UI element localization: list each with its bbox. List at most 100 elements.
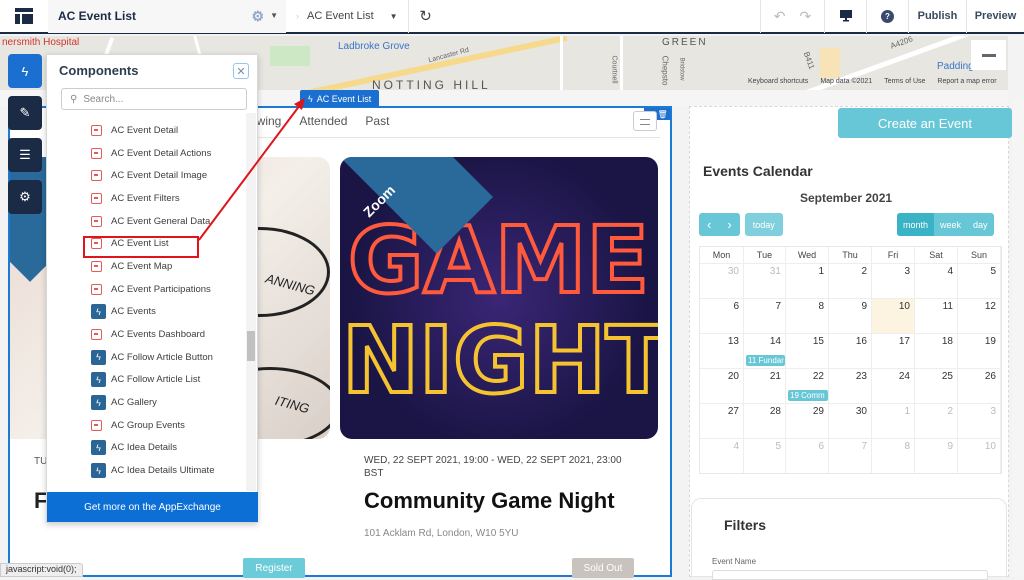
appexchange-button[interactable]: Get more on the AppExchange [47, 492, 258, 522]
component-item[interactable]: ϟ AC Idea Details [47, 437, 247, 460]
calendar-day[interactable]: 9 [915, 439, 958, 473]
calendar-day[interactable]: 12 [958, 299, 1001, 333]
calendar-day[interactable]: 26 [958, 369, 1001, 403]
keyboard-shortcuts-link[interactable]: Keyboard shortcuts [748, 78, 808, 85]
calendar-day[interactable]: 6 [786, 439, 829, 473]
component-item[interactable]: ϟ AC Follow Article Button [47, 346, 247, 369]
component-item[interactable]: AC Event Detail [47, 119, 247, 142]
calendar-day[interactable]: 10 [872, 299, 915, 333]
component-item[interactable]: AC Event Map [47, 255, 247, 278]
component-item[interactable]: AC Event Detail Actions [47, 142, 247, 165]
preview-button[interactable]: Preview [966, 0, 1024, 33]
event-image[interactable]: GAME NIGHT Zoom [340, 157, 658, 439]
theme-button[interactable]: ✎ [8, 96, 42, 130]
calendar-day[interactable]: 27 [700, 404, 744, 438]
tab-past[interactable]: Past [365, 114, 389, 128]
report-error-link[interactable]: Report a map error [937, 78, 996, 85]
component-item[interactable]: AC Events Dashboard [47, 323, 247, 346]
undo-icon[interactable]: ↶ [774, 8, 786, 25]
calendar-day[interactable]: 3 [872, 264, 915, 298]
view-week-button[interactable]: week [934, 213, 967, 236]
calendar-day[interactable]: 7 [744, 299, 786, 333]
calendar-day[interactable]: 18 [915, 334, 958, 368]
calendar-day[interactable]: 17 [872, 334, 915, 368]
component-item[interactable]: AC Event General Data [47, 210, 247, 233]
calendar-day[interactable]: 5 [958, 264, 1001, 298]
calendar-day[interactable]: 10 [958, 439, 1001, 473]
calendar-day[interactable]: 11 [915, 299, 958, 333]
register-button[interactable]: Register [243, 558, 305, 578]
component-list-scrollbar[interactable] [246, 113, 256, 491]
desktop-icon[interactable] [824, 0, 866, 33]
tab-attended[interactable]: Attended [299, 114, 347, 128]
calendar-day[interactable]: 7 [829, 439, 872, 473]
close-icon[interactable]: ✕ [233, 63, 249, 79]
gear-icon[interactable]: ⚙ [251, 8, 264, 25]
scrollbar-thumb[interactable] [247, 331, 255, 361]
calendar-day[interactable]: 30 [829, 404, 872, 438]
settings-button[interactable]: ⚙ [8, 180, 42, 214]
component-tag[interactable]: ϟ AC Event List [300, 90, 380, 107]
calendar-day[interactable]: 23 [829, 369, 872, 403]
refresh-icon[interactable]: ↻ [409, 7, 443, 25]
calendar-day[interactable]: 20 [700, 369, 744, 403]
calendar-day[interactable]: 5 [744, 439, 786, 473]
calendar-day[interactable]: 3 [958, 404, 1001, 438]
calendar-day[interactable]: 21 [744, 369, 786, 403]
component-item[interactable]: ϟ AC Follow Article List [47, 369, 247, 392]
components-button[interactable]: ϟ [8, 54, 42, 88]
trash-icon[interactable]: 🗑 [658, 110, 668, 119]
calendar-day[interactable]: 8 [872, 439, 915, 473]
event-name-input[interactable] [712, 570, 988, 580]
calendar-day[interactable]: 4 [700, 439, 744, 473]
component-item[interactable]: AC Group Events [47, 414, 247, 437]
calendar-day[interactable]: 29 [786, 404, 829, 438]
publish-button[interactable]: Publish [908, 0, 966, 33]
calendar-day[interactable]: 13 [700, 334, 744, 368]
page-selector[interactable]: › AC Event List ▼ [286, 0, 409, 33]
calendar-day[interactable]: 25 [915, 369, 958, 403]
calendar-day[interactable]: 2 [829, 264, 872, 298]
layout-icon[interactable] [0, 0, 48, 33]
next-month-button[interactable]: › [719, 213, 739, 236]
component-search-input[interactable]: ⚲ Search... [61, 88, 247, 110]
calendar-day[interactable]: 4 [915, 264, 958, 298]
map-zoom-out-button[interactable] [971, 40, 1006, 70]
help-icon[interactable]: ? [866, 0, 908, 33]
site-title[interactable]: AC Event List ⚙ ▼ [48, 0, 286, 33]
today-button[interactable]: today [745, 213, 783, 236]
calendar-day[interactable]: 8 [786, 299, 829, 333]
view-day-button[interactable]: day [967, 213, 994, 236]
calendar-day[interactable]: 30 [700, 264, 744, 298]
page-structure-button[interactable]: ☰ [8, 138, 42, 172]
calendar-day[interactable]: 19 [958, 334, 1001, 368]
calendar-event[interactable]: 11 Fundar [746, 355, 785, 366]
component-item[interactable]: AC Event Filters [47, 187, 247, 210]
calendar-day[interactable]: 9 [829, 299, 872, 333]
calendar-day[interactable]: 2 [915, 404, 958, 438]
calendar-day[interactable]: 6 [700, 299, 744, 333]
calendar-day[interactable]: 22 19 Comm [786, 369, 829, 403]
menu-button[interactable] [633, 111, 657, 131]
component-item[interactable]: AC Event Detail Image [47, 164, 247, 187]
calendar-day[interactable]: 24 [872, 369, 915, 403]
calendar-day[interactable]: 1 [872, 404, 915, 438]
calendar-day[interactable]: 15 [786, 334, 829, 368]
event-title[interactable]: Community Game Night [364, 488, 615, 514]
calendar-day[interactable]: 1 [786, 264, 829, 298]
chevron-down-icon[interactable]: ▼ [270, 11, 278, 20]
component-item[interactable]: ϟ AC Gallery [47, 391, 247, 414]
prev-month-button[interactable]: ‹ [699, 213, 719, 236]
page-scrollbar[interactable] [1012, 100, 1024, 577]
calendar-day[interactable]: 28 [744, 404, 786, 438]
terms-link[interactable]: Terms of Use [884, 78, 925, 85]
calendar-day[interactable]: 14 11 Fundar [744, 334, 786, 368]
calendar-event[interactable]: 19 Comm [788, 390, 828, 401]
calendar-day[interactable]: 31 [744, 264, 786, 298]
create-event-button[interactable]: Create an Event [838, 108, 1012, 138]
component-item[interactable]: AC Event Participations [47, 278, 247, 301]
view-month-button[interactable]: month [897, 213, 935, 236]
component-item[interactable]: ϟ AC Events [47, 301, 247, 324]
redo-icon[interactable]: ↷ [800, 8, 812, 25]
calendar-day[interactable]: 16 [829, 334, 872, 368]
